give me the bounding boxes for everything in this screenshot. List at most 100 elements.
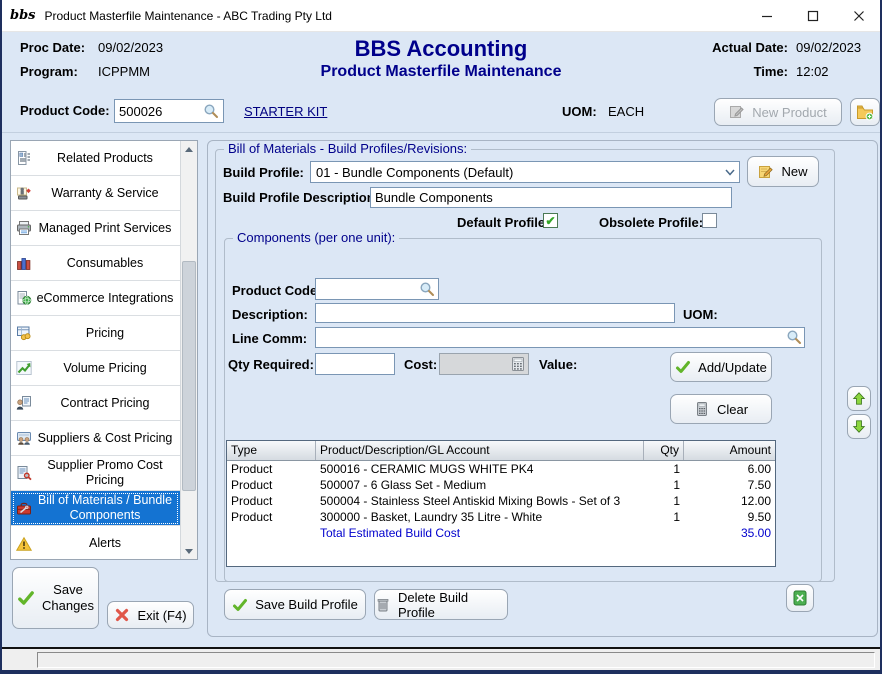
sidebar-item-supplier-promo[interactable]: Supplier Promo Cost Pricing — [11, 456, 180, 491]
save-build-profile-button[interactable]: Save Build Profile — [224, 589, 366, 620]
folder-add-icon — [856, 103, 874, 121]
note-edit-icon-disabled — [729, 104, 745, 120]
cost-label: Cost: — [404, 357, 437, 372]
minimize-icon[interactable] — [744, 0, 790, 32]
component-magnifier-icon[interactable] — [419, 281, 435, 297]
components-legend: Components (per one unit): — [233, 230, 399, 245]
time-label: Time: — [696, 64, 788, 79]
build-profile-label: Build Profile: — [223, 165, 304, 180]
table-row[interactable]: Product 500007 - 6 Glass Set - Medium 1 … — [227, 477, 775, 493]
calculator-icon — [510, 356, 526, 372]
green-check-icon — [17, 589, 35, 607]
product-name-link[interactable]: STARTER KIT — [244, 104, 327, 119]
value-label: Value: — [539, 357, 577, 372]
save-changes-button[interactable]: Save Changes — [12, 567, 99, 629]
default-profile-checkbox[interactable] — [543, 213, 558, 228]
uom-label: UOM: — [562, 104, 597, 119]
calculator-gray-icon — [694, 401, 710, 417]
chevron-down-icon — [721, 162, 739, 182]
actual-date-label: Actual Date: — [696, 40, 788, 55]
col-qty[interactable]: Qty — [644, 441, 684, 460]
build-profile-select[interactable]: 01 - Bundle Components (Default) — [310, 161, 740, 183]
open-product-button[interactable] — [850, 98, 880, 126]
new-product-button[interactable]: New Product — [714, 98, 842, 126]
status-message-area — [37, 652, 875, 668]
time-value: 12:02 — [796, 64, 868, 79]
col-type[interactable]: Type — [227, 441, 316, 460]
scrollbar-thumb[interactable] — [182, 261, 196, 491]
qty-required-input[interactable] — [315, 353, 395, 375]
add-update-button[interactable]: Add/Update — [670, 352, 772, 382]
sidebar-item-bill-of-materials[interactable]: Bill of Materials / Bundle Components — [11, 491, 180, 526]
table-total-row: Total Estimated Build Cost 35.00 — [227, 525, 775, 541]
default-profile-label: Default Profile: — [457, 215, 549, 230]
app-logo-icon: bbs — [10, 8, 36, 24]
components-table: Type Product/Description/GL Account Qty … — [226, 440, 776, 567]
new-profile-button[interactable]: New — [747, 156, 819, 187]
sidebar-item-suppliers-cost[interactable]: Suppliers & Cost Pricing — [11, 421, 180, 456]
printer-icon — [16, 220, 32, 236]
sidebar-item-ecommerce[interactable]: eCommerce Integrations — [11, 281, 180, 316]
table-row[interactable]: Product 300000 - Basket, Laundry 35 Litr… — [227, 509, 775, 525]
excel-export-icon — [792, 590, 808, 606]
green-check-icon — [675, 359, 691, 375]
maximize-icon[interactable] — [790, 0, 836, 32]
toolbox-icon — [16, 500, 32, 516]
sidebar-item-managed-print[interactable]: Managed Print Services — [11, 211, 180, 246]
trend-up-icon — [16, 360, 32, 376]
delete-build-profile-label: Delete Build Profile — [398, 590, 507, 620]
sidebar-scrollbar[interactable] — [180, 141, 197, 559]
obsolete-profile-label: Obsolete Profile: — [599, 215, 703, 230]
price-table-icon — [16, 325, 32, 341]
exit-button[interactable]: Exit (F4) — [107, 601, 194, 629]
table-header: Type Product/Description/GL Account Qty … — [227, 441, 775, 461]
scrollbar-down-icon[interactable] — [181, 543, 197, 559]
move-up-button[interactable] — [847, 386, 871, 411]
sidebar-item-contract-pricing[interactable]: Contract Pricing — [11, 386, 180, 421]
sidebar: Related Products Warranty & Service Mana… — [10, 140, 198, 560]
component-uom-label: UOM: — [683, 307, 718, 322]
qty-required-label: Qty Required: — [228, 357, 314, 372]
move-down-button[interactable] — [847, 414, 871, 439]
export-excel-button[interactable] — [786, 584, 814, 612]
green-down-arrow-icon — [852, 419, 866, 434]
profile-description-input[interactable] — [370, 187, 732, 208]
sidebar-item-warranty-service[interactable]: Warranty & Service — [11, 176, 180, 211]
sidebar-items: Related Products Warranty & Service Mana… — [11, 141, 180, 559]
add-update-label: Add/Update — [698, 360, 767, 375]
col-amount[interactable]: Amount — [684, 441, 775, 460]
sidebar-item-volume-pricing[interactable]: Volume Pricing — [11, 351, 180, 386]
obsolete-profile-checkbox[interactable] — [702, 213, 717, 228]
save-build-profile-label: Save Build Profile — [255, 597, 358, 612]
component-description-input[interactable] — [315, 303, 675, 323]
magnifier-icon[interactable] — [203, 103, 219, 119]
red-x-icon — [114, 607, 130, 623]
person-board-icon — [16, 395, 32, 411]
sidebar-item-pricing[interactable]: Pricing — [11, 316, 180, 351]
stamp-icon — [16, 185, 32, 201]
related-products-icon — [16, 150, 32, 166]
table-row[interactable]: Product 500004 - Stainless Steel Antiski… — [227, 493, 775, 509]
window-title: Product Masterfile Maintenance - ABC Tra… — [45, 9, 332, 23]
line-comm-magnifier-icon[interactable] — [786, 329, 802, 345]
globe-document-icon — [16, 290, 32, 306]
divider-line — [2, 132, 880, 133]
sidebar-item-alerts[interactable]: Alerts — [11, 526, 180, 559]
save-changes-label: Save Changes — [42, 582, 94, 614]
trash-bin-icon — [375, 597, 391, 613]
actual-date-value: 09/02/2023 — [796, 40, 868, 55]
clear-button[interactable]: Clear — [670, 394, 772, 424]
new-profile-label: New — [781, 164, 807, 179]
table-row[interactable]: Product 500016 - CERAMIC MUGS WHITE PK4 … — [227, 461, 775, 477]
sidebar-item-consumables[interactable]: Consumables — [11, 246, 180, 281]
line-comm-input[interactable] — [315, 327, 805, 348]
component-description-label: Description: — [232, 307, 308, 322]
delete-build-profile-button[interactable]: Delete Build Profile — [374, 589, 508, 620]
sidebar-item-related-products[interactable]: Related Products — [11, 141, 180, 176]
scrollbar-up-icon[interactable] — [181, 141, 197, 157]
note-edit-icon — [758, 164, 774, 180]
col-product[interactable]: Product/Description/GL Account — [316, 441, 644, 460]
close-icon[interactable] — [836, 0, 882, 32]
promo-doc-icon — [16, 465, 32, 481]
component-code-label: Product Code: — [232, 283, 322, 298]
